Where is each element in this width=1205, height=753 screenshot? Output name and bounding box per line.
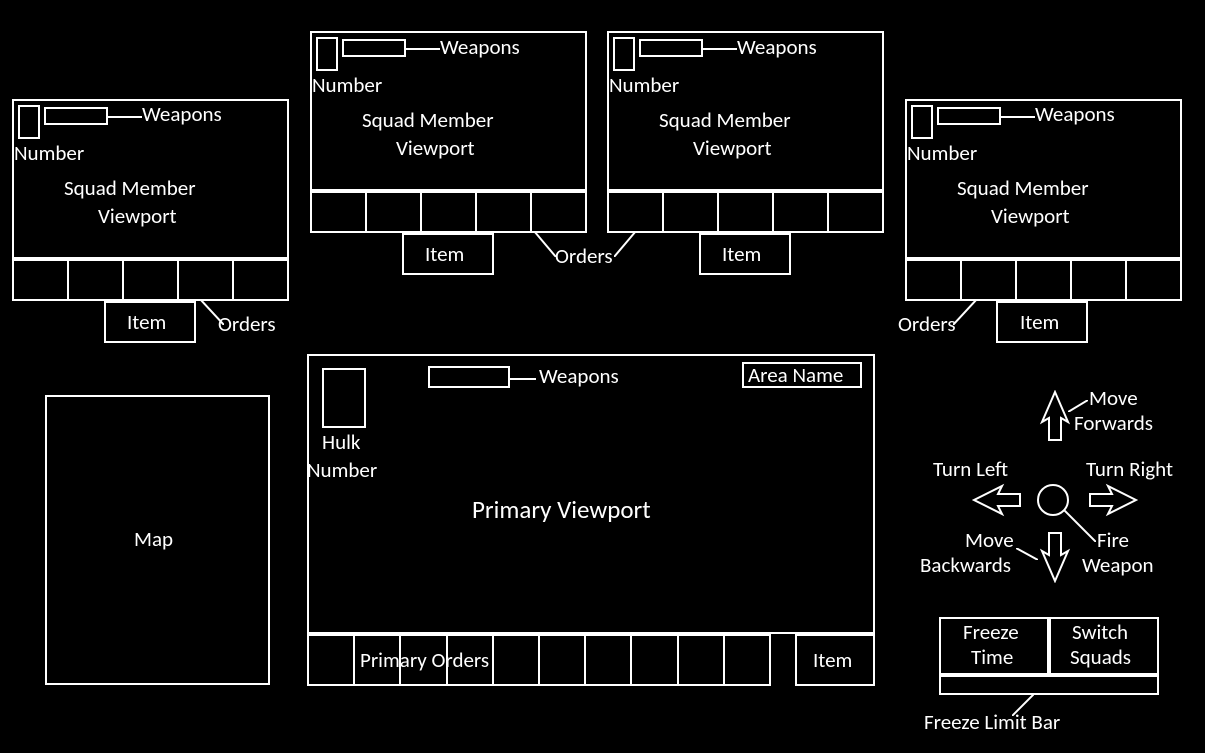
order-slot[interactable] xyxy=(725,636,769,684)
fire-l2: Weapon xyxy=(1082,553,1154,577)
move-back-l1: Move xyxy=(965,528,1014,552)
squad-2-order-slots[interactable] xyxy=(310,191,587,233)
area-name-label: Area Name xyxy=(748,363,843,387)
fire-l1: Fire xyxy=(1097,528,1129,552)
squad-4-order-slots[interactable] xyxy=(905,259,1182,301)
order-slot[interactable] xyxy=(234,261,287,299)
squad-1-item-label: Item xyxy=(127,310,166,334)
squad-3-number-label: Number xyxy=(609,73,679,97)
squad-4-weapons-label: Weapons xyxy=(1035,102,1115,126)
squad-1-title-l2: Viewport xyxy=(98,204,177,228)
order-slot[interactable] xyxy=(719,193,774,231)
squad-3-item-label: Item xyxy=(722,242,761,266)
squad-4-number-label: Number xyxy=(907,141,977,165)
order-slot[interactable] xyxy=(907,261,962,299)
move-fwd-l1: Move xyxy=(1089,386,1138,410)
order-slot[interactable] xyxy=(14,261,69,299)
order-slot[interactable] xyxy=(664,193,719,231)
order-slot[interactable] xyxy=(532,193,585,231)
squad-1-orders-label: Orders xyxy=(218,312,276,336)
squad-2-item-label: Item xyxy=(425,242,464,266)
primary-weapons-label: Weapons xyxy=(539,364,619,388)
turn-left-label: Turn Left xyxy=(933,457,1008,481)
order-slot[interactable] xyxy=(124,261,179,299)
turn-right-label: Turn Right xyxy=(1086,457,1173,481)
arrow-left-icon[interactable] xyxy=(972,480,1022,520)
order-slot[interactable] xyxy=(679,636,725,684)
switch-l2: Squads xyxy=(1070,645,1131,669)
move-fwd-l2: Forwards xyxy=(1074,411,1153,435)
squad-1-weapons-label: Weapons xyxy=(142,102,222,126)
order-slot[interactable] xyxy=(540,636,586,684)
squad-1-weapons-box xyxy=(44,107,108,125)
squad-3-title-l2: Viewport xyxy=(693,136,772,160)
squad-2-number-label: Number xyxy=(312,73,382,97)
freeze-l1: Freeze xyxy=(963,620,1019,644)
order-slot[interactable] xyxy=(829,193,882,231)
order-slot[interactable] xyxy=(962,261,1017,299)
squad-3-weapons-box xyxy=(639,39,703,57)
squad-4-title-l1: Squad Member xyxy=(957,176,1089,200)
squad-3-title-l1: Squad Member xyxy=(659,108,791,132)
squad-4-number-box xyxy=(911,105,933,139)
shared-orders-label: Orders xyxy=(555,244,613,268)
freeze-bar-label: Freeze Limit Bar xyxy=(924,710,1060,734)
order-slot[interactable] xyxy=(367,193,422,231)
arrow-down-icon[interactable] xyxy=(1035,528,1075,583)
primary-item-label: Item xyxy=(813,648,852,672)
order-slot[interactable] xyxy=(312,193,367,231)
freeze-limit-bar xyxy=(939,675,1159,695)
squad-4-orders-label: Orders xyxy=(898,312,956,336)
squad-3-weapons-label: Weapons xyxy=(737,35,817,59)
squad-4-title-l2: Viewport xyxy=(991,204,1070,228)
order-slot[interactable] xyxy=(309,636,355,684)
primary-weapons-box xyxy=(428,366,510,388)
order-slot[interactable] xyxy=(69,261,124,299)
fire-weapon-icon[interactable] xyxy=(1035,482,1071,518)
freeze-l2: Time xyxy=(971,645,1013,669)
hulk-l1: Hulk xyxy=(322,430,360,454)
squad-2-title-l1: Squad Member xyxy=(362,108,494,132)
squad-4-weapons-box xyxy=(937,107,1001,125)
order-slot[interactable] xyxy=(609,193,664,231)
squad-1-number-label: Number xyxy=(14,141,84,165)
primary-hulk-box xyxy=(322,368,366,428)
hulk-l2: Number xyxy=(307,458,377,482)
squad-2-title-l2: Viewport xyxy=(396,136,475,160)
arrow-up-icon[interactable] xyxy=(1035,390,1075,445)
arrow-right-icon[interactable] xyxy=(1088,480,1138,520)
order-slot[interactable] xyxy=(179,261,234,299)
order-slot[interactable] xyxy=(494,636,540,684)
primary-orders-label: Primary Orders xyxy=(360,648,489,672)
squad-2-number-box xyxy=(316,37,338,71)
order-slot[interactable] xyxy=(1017,261,1072,299)
squad-3-order-slots[interactable] xyxy=(607,191,884,233)
squad-1-order-slots[interactable] xyxy=(12,259,289,301)
order-slot[interactable] xyxy=(477,193,532,231)
squad-3-number-box xyxy=(613,37,635,71)
order-slot[interactable] xyxy=(1127,261,1180,299)
squad-1-title-l1: Squad Member xyxy=(64,176,196,200)
squad-2-weapons-label: Weapons xyxy=(440,35,520,59)
move-back-l2: Backwards xyxy=(920,553,1011,577)
order-slot[interactable] xyxy=(586,636,632,684)
order-slot[interactable] xyxy=(774,193,829,231)
order-slot[interactable] xyxy=(632,636,678,684)
primary-title: Primary Viewport xyxy=(472,496,651,525)
switch-l1: Switch xyxy=(1072,620,1128,644)
order-slot[interactable] xyxy=(1072,261,1127,299)
squad-1-number-box xyxy=(18,105,40,139)
squad-4-item-label: Item xyxy=(1020,310,1059,334)
squad-2-weapons-box xyxy=(342,39,406,57)
order-slot[interactable] xyxy=(422,193,477,231)
map-label: Map xyxy=(134,527,173,551)
